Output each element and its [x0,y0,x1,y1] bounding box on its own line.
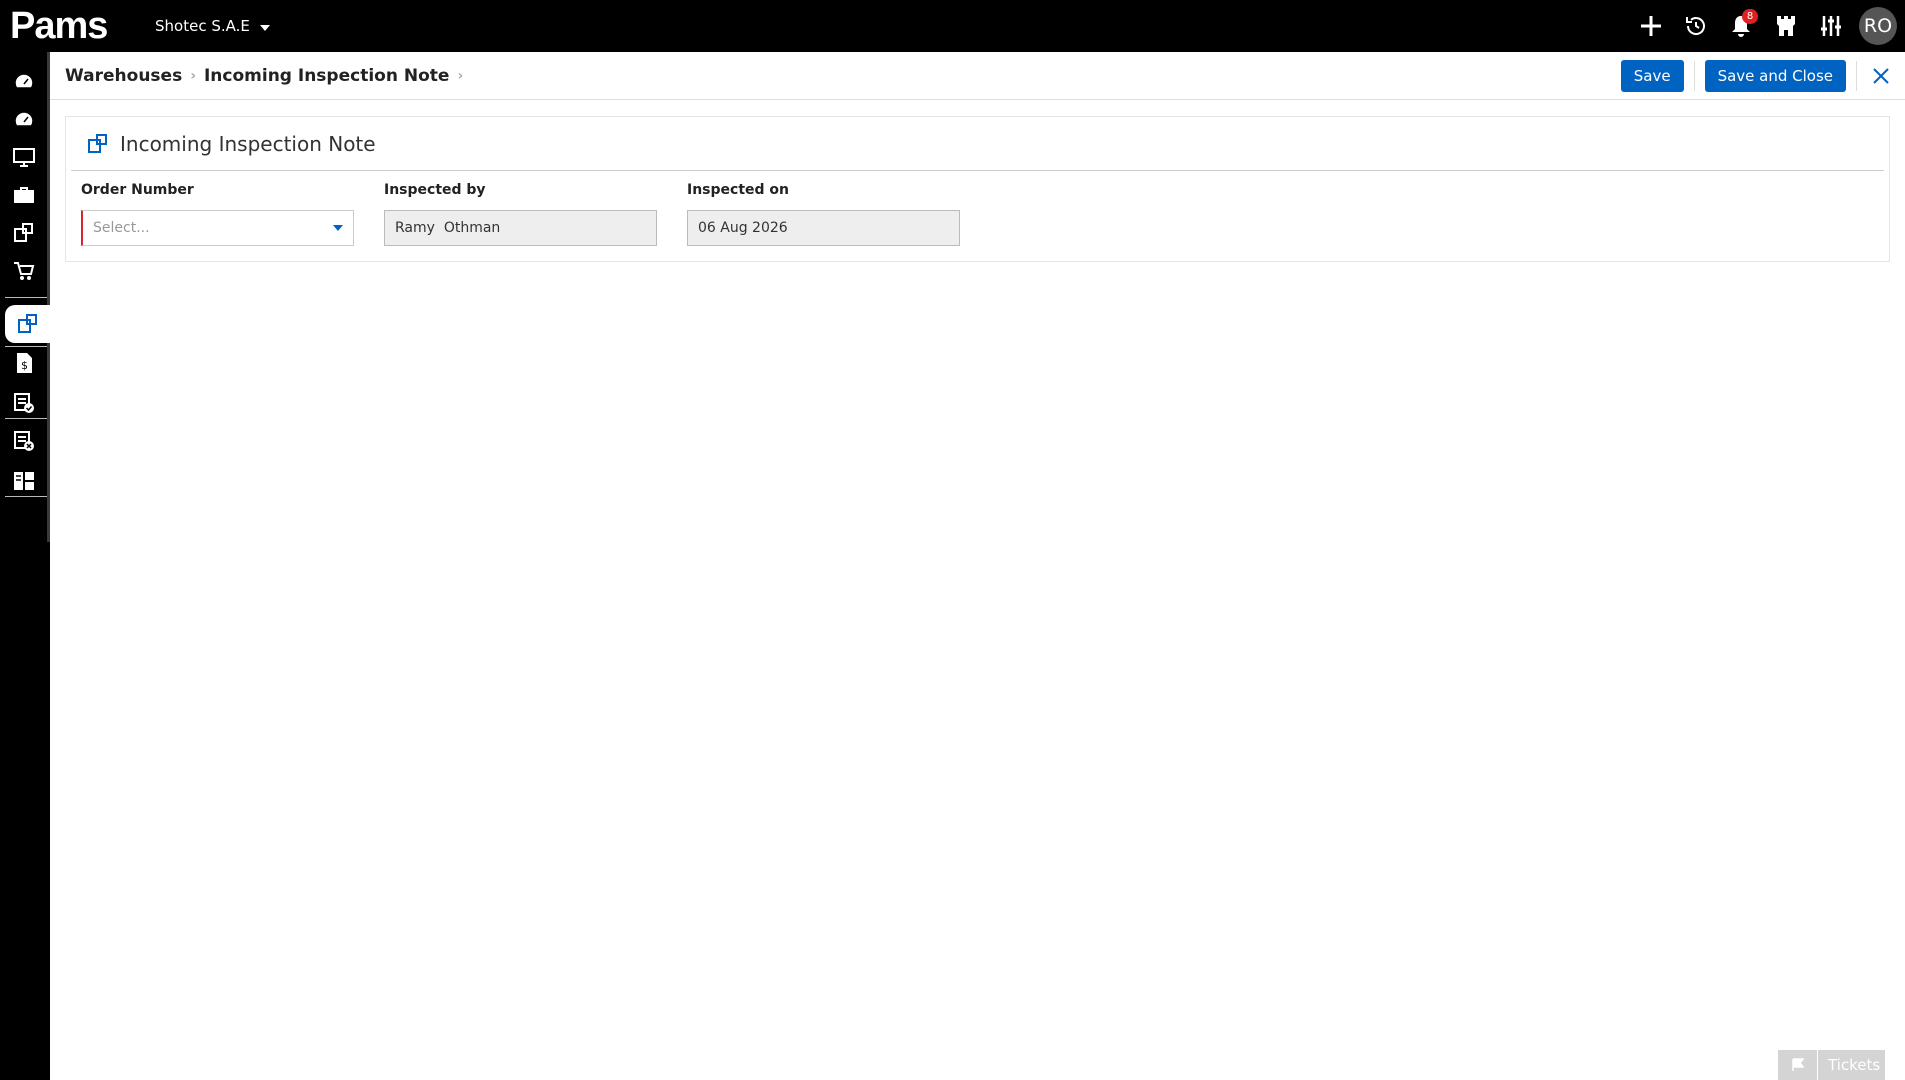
page-title: Incoming Inspection Note [120,131,376,156]
chevron-right-icon: › [190,67,196,84]
order-number-placeholder: Select... [93,220,150,236]
top-bar: Pams Shotec S.A.E 8 RO [0,0,1905,52]
breadcrumb-incoming-inspection-note[interactable]: Incoming Inspection Note [204,66,449,86]
save-button[interactable]: Save [1620,60,1684,92]
briefcase-icon [13,187,34,203]
sidebar-item-shopping-cart[interactable] [0,252,47,290]
sidebar-divider [5,297,47,298]
sidebar-item-reports[interactable] [0,462,47,500]
chevron-right-icon: › [457,67,464,84]
breadcrumb: Warehouses › Incoming Inspection Note › [65,66,471,86]
chevron-down-icon [259,25,270,31]
dashboard-alt-icon [13,111,34,127]
sliders-icon[interactable] [1808,0,1853,52]
checklist-rejected-icon [13,431,34,451]
sidebar-item-invoice[interactable]: $ [0,344,47,382]
order-number-select[interactable]: Select... [81,210,354,246]
order-number-field: Order Number Select... [81,182,354,246]
toolbar-divider [1856,61,1857,91]
card-header: Incoming Inspection Note [71,117,1884,171]
incoming-inspection-icon [88,133,107,153]
castle-icon[interactable] [1763,0,1808,52]
reports-grid-icon [13,472,34,490]
svg-text:$: $ [21,359,28,372]
inspected-by-field: Inspected by Ramy Othman [384,182,657,246]
sidebar: $ [0,52,50,1080]
company-name: Shotec S.A.E [155,17,250,35]
plus-icon[interactable] [1628,0,1673,52]
invoice-dollar-icon: $ [16,353,32,373]
inspected-on-value: 06 Aug 2026 [698,220,788,236]
monitor-icon [12,148,35,167]
warehouse-transfer-icon [13,223,33,242]
inspected-on-field: Inspected on 06 Aug 2026 [687,182,960,246]
sidebar-item-warehouse-transfer[interactable] [0,214,47,252]
inspected-by-value: Ramy Othman [395,220,501,236]
sidebar-item-monitor[interactable] [0,138,47,176]
toolbar-divider [1693,61,1695,91]
tickets-label: Tickets [1828,1056,1881,1074]
chevron-down-icon[interactable] [333,225,343,231]
sidebar-item-checklist-rejected[interactable] [0,422,47,460]
flag-icon [1778,1050,1818,1080]
breadcrumb-warehouses[interactable]: Warehouses [65,66,182,86]
incoming-inspection-icon [17,314,37,333]
shopping-cart-icon [13,262,34,280]
logo-text: Pams [10,4,108,47]
inspected-on-input: 06 Aug 2026 [687,210,960,246]
breadcrumb-bar: Warehouses › Incoming Inspection Note › … [50,52,1905,100]
checklist-approved-icon [13,393,34,413]
toolbar-actions: Save Save and Close [1620,52,1905,100]
notification-badge: 8 [1742,9,1758,24]
top-icons: 8 RO [1628,0,1905,52]
sidebar-item-dashboard[interactable] [0,62,47,100]
tickets-button[interactable]: Tickets [1778,1050,1885,1080]
inspected-on-label: Inspected on [687,182,789,198]
close-icon [1873,68,1889,84]
company-selector[interactable]: Shotec S.A.E [155,0,270,52]
dashboard-icon [13,73,34,89]
save-and-close-button[interactable]: Save and Close [1704,60,1846,92]
close-button[interactable] [1863,58,1899,94]
user-avatar[interactable]: RO [1859,7,1897,45]
history-icon[interactable] [1673,0,1718,52]
notifications-bell[interactable]: 8 [1718,0,1763,52]
inspected-by-label: Inspected by [384,182,486,198]
sidebar-item-dashboard-alt[interactable] [0,100,47,138]
form-card: Incoming Inspection Note Order Number Se… [65,116,1890,262]
sidebar-item-briefcase[interactable] [0,176,47,214]
app-logo[interactable]: Pams [0,0,135,52]
sidebar-item-incoming-inspection[interactable] [5,305,50,343]
inspected-by-input: Ramy Othman [384,210,657,246]
sidebar-scrollbar[interactable] [47,52,50,542]
sidebar-item-checklist-approved[interactable] [0,384,47,422]
order-number-label: Order Number [81,182,194,198]
